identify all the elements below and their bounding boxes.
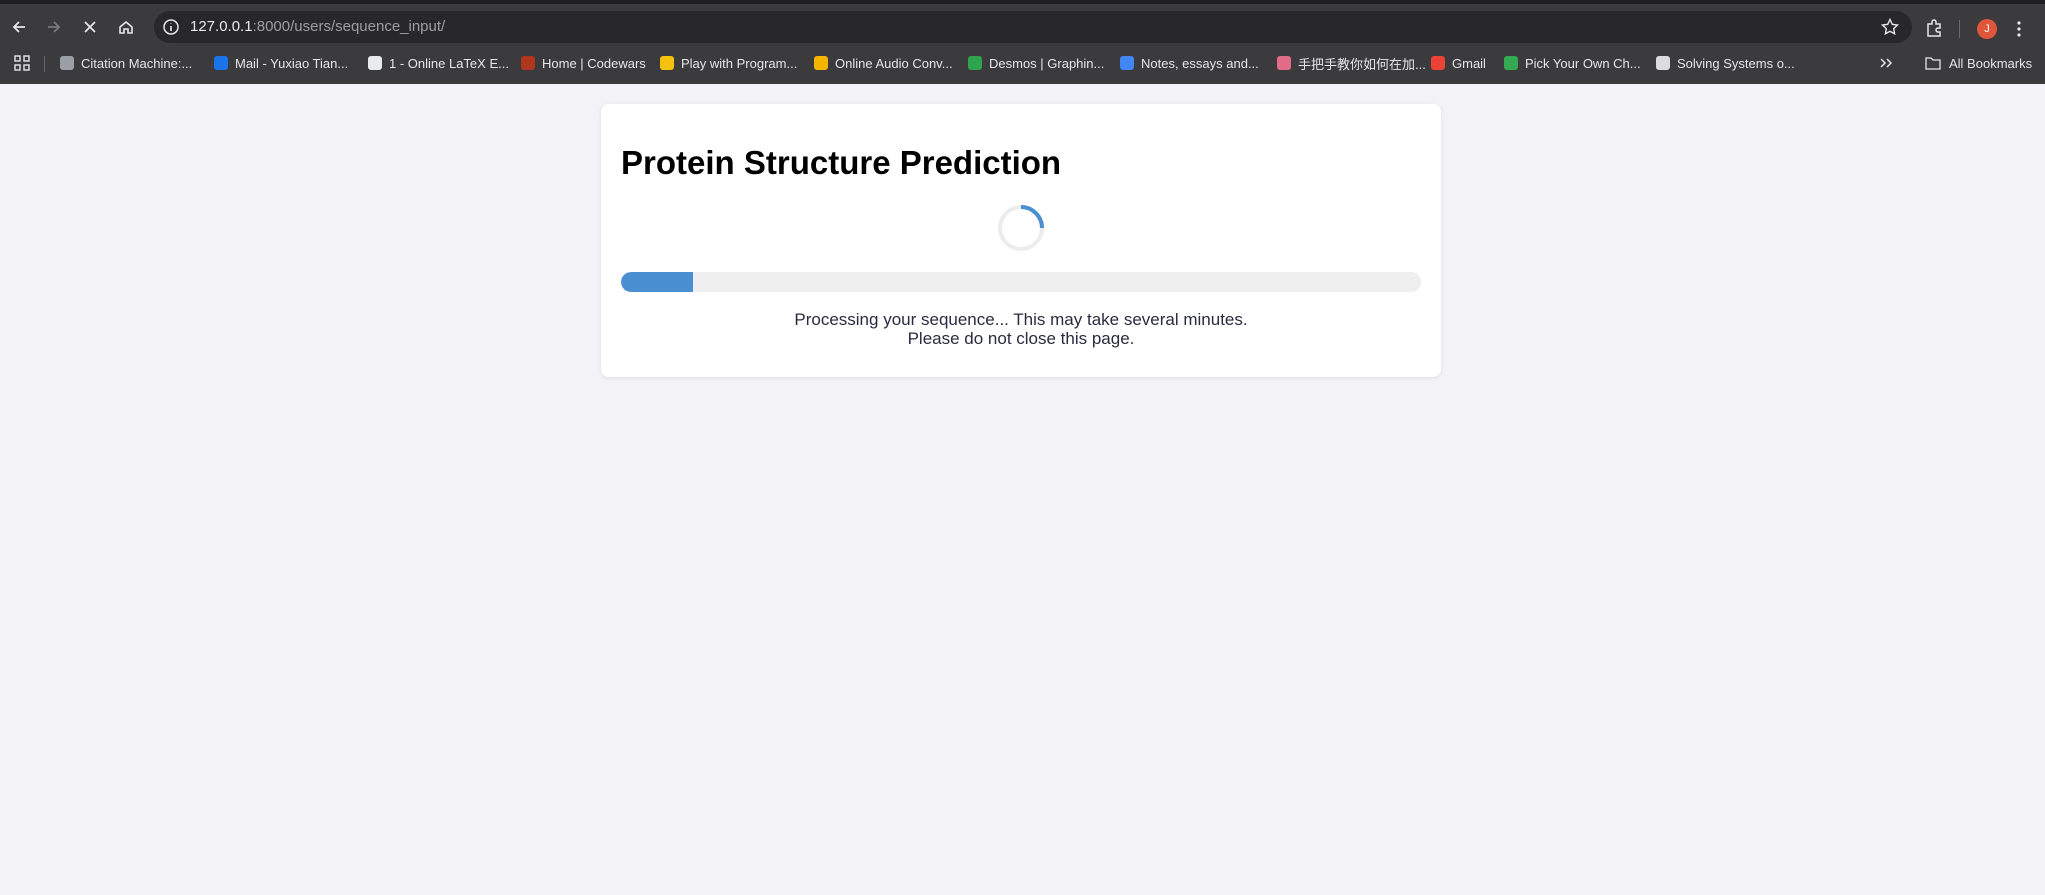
close-icon — [84, 21, 96, 33]
bookmarks-bar: Citation Machine:... Mail - Yuxiao Tian..… — [0, 50, 2045, 76]
bookmark-favicon-icon — [1277, 56, 1291, 70]
bookmark-item[interactable]: Gmail — [1431, 53, 1486, 73]
forward-button[interactable] — [41, 14, 67, 40]
bookmark-item[interactable]: Desmos | Graphin... — [968, 53, 1104, 73]
bookmark-label: Pick Your Own Ch... — [1525, 55, 1641, 71]
extensions-icon[interactable] — [1924, 18, 1944, 38]
bookmark-favicon-icon — [814, 56, 828, 70]
bookmark-favicon-icon — [1656, 56, 1670, 70]
bookmark-label: Mail - Yuxiao Tian... — [235, 55, 349, 71]
bookmark-item[interactable]: Play with Program... — [660, 53, 797, 73]
status-message: Processing your sequence... This may tak… — [621, 310, 1421, 348]
bookmark-favicon-icon — [214, 56, 228, 70]
bookmark-label: Citation Machine:... — [81, 55, 193, 71]
bookmark-label: Desmos | Graphin... — [989, 55, 1105, 71]
progress-card: Protein Structure Prediction Processing … — [601, 104, 1441, 377]
browser-chrome: 127.0.0.1:8000/users/sequence_input/ J C… — [0, 0, 2045, 84]
bookmark-item[interactable]: Home | Codewars — [521, 53, 646, 73]
bookmark-item[interactable]: Citation Machine:... — [60, 53, 192, 73]
all-bookmarks-button[interactable]: All Bookmarks — [1925, 53, 2032, 73]
all-bookmarks-label: All Bookmarks — [1949, 55, 2033, 71]
bookmark-label: 手把手教你如何在加... — [1298, 56, 1426, 72]
bookmark-favicon-icon — [968, 56, 982, 70]
bookmark-item[interactable]: 1 - Online LaTeX E... — [368, 53, 509, 73]
bookmark-item[interactable]: Pick Your Own Ch... — [1504, 53, 1641, 73]
profile-avatar[interactable]: J — [1977, 19, 1997, 39]
bookmark-item[interactable]: Online Audio Conv... — [814, 53, 953, 73]
folder-icon — [1925, 57, 1941, 70]
address-bar[interactable]: 127.0.0.1:8000/users/sequence_input/ — [154, 11, 1912, 43]
bookmark-item[interactable]: Notes, essays and... — [1120, 53, 1259, 73]
back-button[interactable] — [6, 14, 32, 40]
status-line-1: Processing your sequence... This may tak… — [794, 310, 1248, 329]
bookmark-favicon-icon — [368, 56, 382, 70]
bookmark-label: Solving Systems o... — [1677, 55, 1795, 71]
chevron-double-right-icon[interactable] — [1878, 55, 1894, 71]
bookmark-label: Online Audio Conv... — [835, 55, 953, 71]
bookmark-favicon-icon — [60, 56, 74, 70]
bookmark-favicon-icon — [1431, 56, 1445, 70]
home-icon — [119, 20, 133, 34]
bookmarks-divider — [44, 56, 45, 72]
site-info-icon[interactable] — [162, 18, 180, 36]
progress-bar-fill — [621, 272, 693, 292]
bookmark-label: Gmail — [1452, 55, 1486, 71]
bookmark-item[interactable]: 手把手教你如何在加... — [1277, 53, 1426, 73]
url-text[interactable]: 127.0.0.1:8000/users/sequence_input/ — [190, 18, 445, 35]
bookmark-favicon-icon — [521, 56, 535, 70]
browser-toolbar: 127.0.0.1:8000/users/sequence_input/ J — [0, 4, 2045, 48]
status-line-2: Please do not close this page. — [907, 329, 1135, 348]
bookmark-favicon-icon — [1120, 56, 1134, 70]
kebab-menu-icon[interactable] — [2012, 18, 2026, 40]
bookmark-item[interactable]: Mail - Yuxiao Tian... — [214, 53, 348, 73]
apps-grid-icon[interactable] — [14, 55, 30, 71]
star-icon[interactable] — [1880, 17, 1900, 37]
bookmark-label: Notes, essays and... — [1141, 55, 1259, 71]
bookmark-label: Home | Codewars — [542, 55, 646, 71]
loading-spinner-icon — [998, 205, 1044, 251]
bookmark-label: 1 - Online LaTeX E... — [389, 55, 509, 71]
arrow-left-icon — [12, 21, 25, 33]
bookmark-favicon-icon — [660, 56, 674, 70]
bookmark-label: Play with Program... — [681, 55, 798, 71]
bookmark-item[interactable]: Solving Systems o... — [1656, 53, 1795, 73]
bookmark-favicon-icon — [1504, 56, 1518, 70]
toolbar-divider — [1959, 20, 1960, 38]
home-button[interactable] — [113, 14, 139, 40]
progress-bar — [621, 272, 1421, 292]
page-title: Protein Structure Prediction — [621, 144, 1062, 181]
stop-loading-button[interactable] — [77, 14, 103, 40]
arrow-right-icon — [48, 21, 61, 33]
